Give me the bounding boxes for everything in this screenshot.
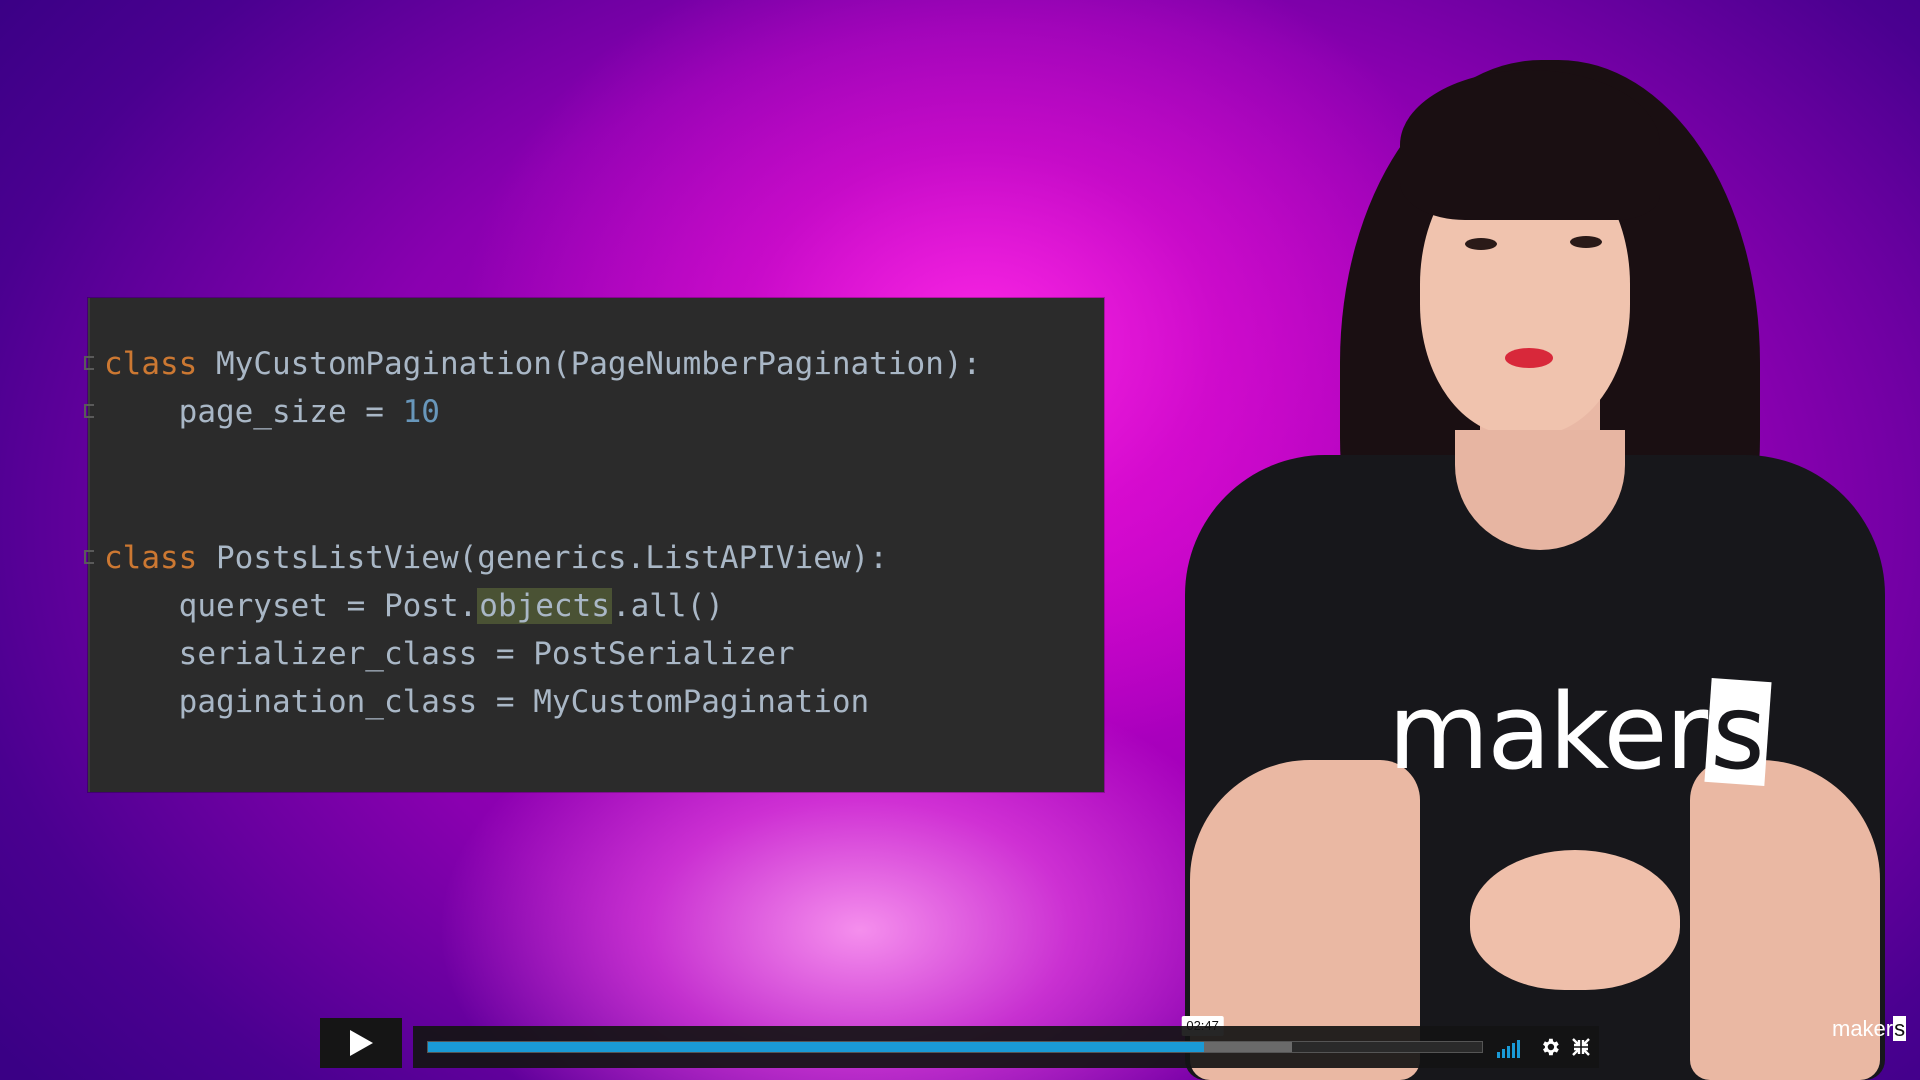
progress-bar[interactable]	[427, 1041, 1483, 1053]
code-text: PostsListView(generics.ListAPIView):	[197, 540, 888, 576]
play-icon	[350, 1030, 373, 1056]
play-button[interactable]	[320, 1018, 402, 1068]
volume-bar	[1512, 1043, 1515, 1058]
code-text: pagination_class = MyCustomPagination	[104, 684, 870, 720]
code-line: class MyCustomPagination(PageNumberPagin…	[104, 344, 981, 384]
fold-marker-icon[interactable]	[84, 356, 94, 370]
volume-bar	[1507, 1046, 1510, 1058]
code-keyword: class	[104, 346, 198, 382]
shirt-logo-s: s	[1704, 669, 1773, 795]
code-panel: class MyCustomPagination(PageNumberPagin…	[84, 298, 1104, 792]
code-text: serializer_class = PostSerializer	[104, 636, 795, 672]
code-line: serializer_class = PostSerializer	[104, 634, 795, 674]
code-text: MyCustomPagination(PageNumberPagination)…	[197, 346, 982, 382]
watermark-s: s	[1893, 1016, 1907, 1041]
code-text: .all()	[611, 588, 724, 624]
code-highlight: objects	[477, 588, 612, 624]
code-keyword: class	[104, 540, 198, 576]
presenter-hair-fringe	[1400, 70, 1660, 220]
volume-icon[interactable]	[1497, 1038, 1527, 1058]
presenter-lips	[1505, 348, 1553, 368]
brand-watermark: makers	[1832, 1016, 1907, 1042]
volume-bar	[1497, 1052, 1500, 1058]
volume-bar	[1517, 1040, 1520, 1058]
code-text: queryset = Post.	[104, 588, 478, 624]
fullscreen-icon[interactable]	[1571, 1036, 1591, 1058]
fold-marker-icon[interactable]	[84, 404, 94, 418]
presenter-eye-right	[1570, 236, 1602, 248]
presenter-eye-left	[1465, 238, 1497, 250]
volume-bar	[1502, 1049, 1505, 1058]
gear-icon[interactable]	[1539, 1036, 1561, 1058]
watermark-text: maker	[1832, 1016, 1894, 1041]
code-line: class PostsListView(generics.ListAPIView…	[104, 538, 888, 578]
code-line: queryset = Post.objects.all()	[104, 586, 724, 626]
code-line: page_size = 10	[104, 392, 440, 432]
shirt-logo: makers	[1388, 669, 1773, 795]
code-number: 10	[402, 394, 440, 430]
code-text: page_size =	[104, 394, 403, 430]
shirt-logo-text: maker	[1388, 671, 1708, 793]
code-line: pagination_class = MyCustomPagination	[104, 682, 870, 722]
presenter-hands	[1470, 850, 1680, 990]
fold-marker-icon[interactable]	[84, 550, 94, 564]
control-bar	[413, 1026, 1599, 1068]
progress-played	[428, 1042, 1204, 1052]
